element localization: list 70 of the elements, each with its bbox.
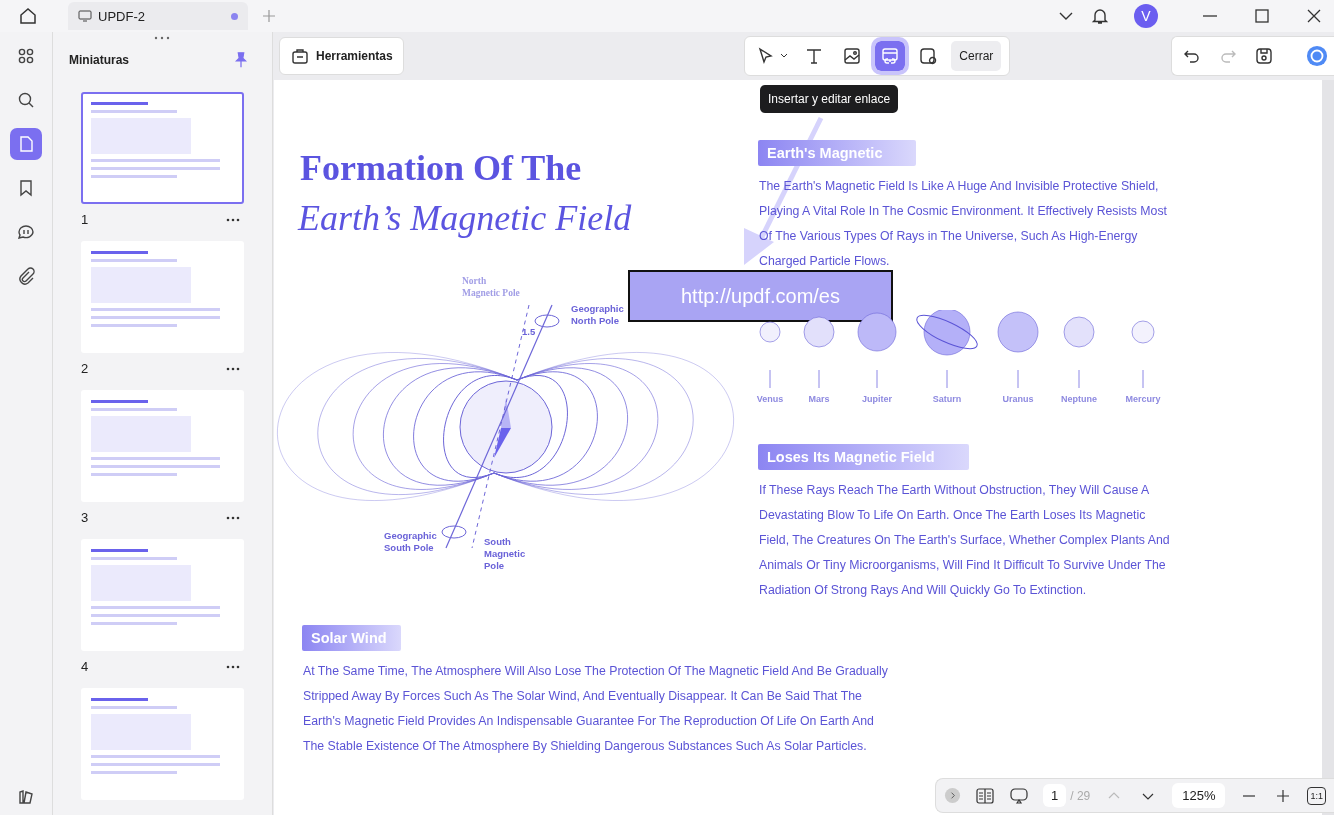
- diagram-label: South: [484, 536, 511, 547]
- page-total: / 29: [1070, 788, 1091, 803]
- document-title: Formation Of The: [300, 147, 583, 190]
- apps-icon: [16, 46, 36, 66]
- paragraph: The Earth's Magnetic Field Is Like A Huge And Invisible Protective Shield, Playing A Vital Role In The Cosmic Environment. It Effectively Resists Most Of The Various Types Of Rays in The Universe, Such As High-Energy Charged Particle Flows.: [759, 178, 1169, 270]
- scrollbar[interactable]: [1322, 80, 1334, 815]
- tooltip: Insertar y editar enlace: [760, 85, 899, 113]
- diagram-label: Magnetic Pole: [462, 288, 520, 298]
- document-subtitle: Earth’s Magnetic Field: [298, 197, 633, 240]
- diagram-label: Geographic: [571, 303, 624, 314]
- presentation-icon[interactable]: [1009, 785, 1029, 806]
- page-number: 4: [81, 659, 89, 674]
- planet-name: Mars: [808, 394, 830, 404]
- page-field[interactable]: 1: [1043, 784, 1067, 807]
- planet-name: Mercury: [1125, 394, 1161, 404]
- attachment-icon: [16, 266, 36, 286]
- save-icon[interactable]: [1254, 46, 1274, 66]
- bell-icon[interactable]: [1090, 6, 1110, 26]
- close-button[interactable]: Cerrar: [951, 41, 1002, 71]
- angle-label: 1.5: [522, 326, 536, 337]
- toolbox-icon: [290, 46, 310, 66]
- tools-button[interactable]: Herramientas: [279, 37, 404, 75]
- page-thumbnail[interactable]: [81, 539, 244, 651]
- more-icon[interactable]: [226, 366, 240, 371]
- drag-handle-icon[interactable]: [154, 36, 170, 40]
- more-icon[interactable]: [226, 515, 240, 520]
- layers-icon[interactable]: [16, 787, 36, 807]
- image-icon: [842, 46, 863, 66]
- tab-title: UPDF-2: [98, 8, 146, 24]
- section-heading: Loses Its Magnetic Field: [758, 444, 969, 470]
- planet-name: Jupiter: [862, 394, 892, 404]
- planet-name: Neptune: [1061, 394, 1097, 404]
- page-thumbnail[interactable]: [81, 92, 244, 204]
- paragraph: If These Rays Reach The Earth Without Obstruction, They Will Cause A Devastating Blow To Life On Earth. Once The Earth Loses Its Magnetic Field, The Creatures On The Earth's Surface, Whether Complex Plants And Animals Or Tiny Microorganisms, Will Find It Difficult To Survive Under The Radiation Of Strong Rays And Will Quickly Go To Extinction.: [759, 482, 1171, 599]
- link-icon: [880, 46, 901, 66]
- avatar[interactable]: V: [1134, 4, 1158, 28]
- more-icon[interactable]: [226, 664, 240, 669]
- monitor-icon: [78, 9, 92, 23]
- book-view-icon[interactable]: [975, 785, 995, 806]
- page-number: 2: [81, 361, 89, 376]
- diagram-label: Magnetic: [484, 548, 526, 559]
- document-tab[interactable]: UPDF-2: [68, 2, 248, 30]
- section-heading: Solar Wind: [302, 625, 401, 651]
- comment-icon: [16, 222, 36, 242]
- link-location-icon: [918, 46, 939, 66]
- search-icon: [16, 90, 36, 110]
- home-icon[interactable]: [18, 6, 38, 26]
- more-icon[interactable]: [226, 217, 240, 222]
- diagram-label: North Pole: [571, 315, 620, 326]
- page-thumbnail[interactable]: [81, 390, 244, 502]
- zoom-field[interactable]: 125%: [1172, 783, 1226, 808]
- pin-icon[interactable]: [232, 51, 250, 69]
- diagram-label: North: [462, 276, 487, 286]
- planet-name: Venus: [756, 394, 784, 404]
- diagram-label: Geographic: [384, 530, 437, 541]
- diagram-label: South Pole: [384, 542, 434, 553]
- maximize-icon[interactable]: [1252, 6, 1272, 26]
- pages-button[interactable]: [10, 128, 42, 160]
- diagram-label: Pole: [484, 560, 505, 571]
- panel-title: Miniaturas: [69, 53, 130, 67]
- page-number: 1: [81, 212, 89, 227]
- actual-size-button[interactable]: 1:1: [1307, 786, 1326, 805]
- planet-name: Saturn: [932, 394, 962, 404]
- page-number: 3: [81, 510, 89, 525]
- planet-name: Uranus: [1002, 394, 1034, 404]
- caret-icon: [780, 53, 789, 59]
- page-thumbnail[interactable]: [81, 688, 244, 800]
- paragraph: At The Same Time, The Atmosphere Will Also Lose The Protection Of The Magnetic Field And Be Gradually Stripped Away By Forces Such As The Solar Wind, And Eventually Disappear. It Can Be Said That The Earth's Magnetic Field Provides An Indispensable Guarantee For The Reproduction Of Life On Earth And The Stable Existence Of The Atmosphere By Shielding Dangerous Substances Such As Solar Particles.: [303, 663, 889, 755]
- page-thumbnail[interactable]: [81, 241, 244, 353]
- section-heading: Earth's Magnetic: [758, 140, 917, 166]
